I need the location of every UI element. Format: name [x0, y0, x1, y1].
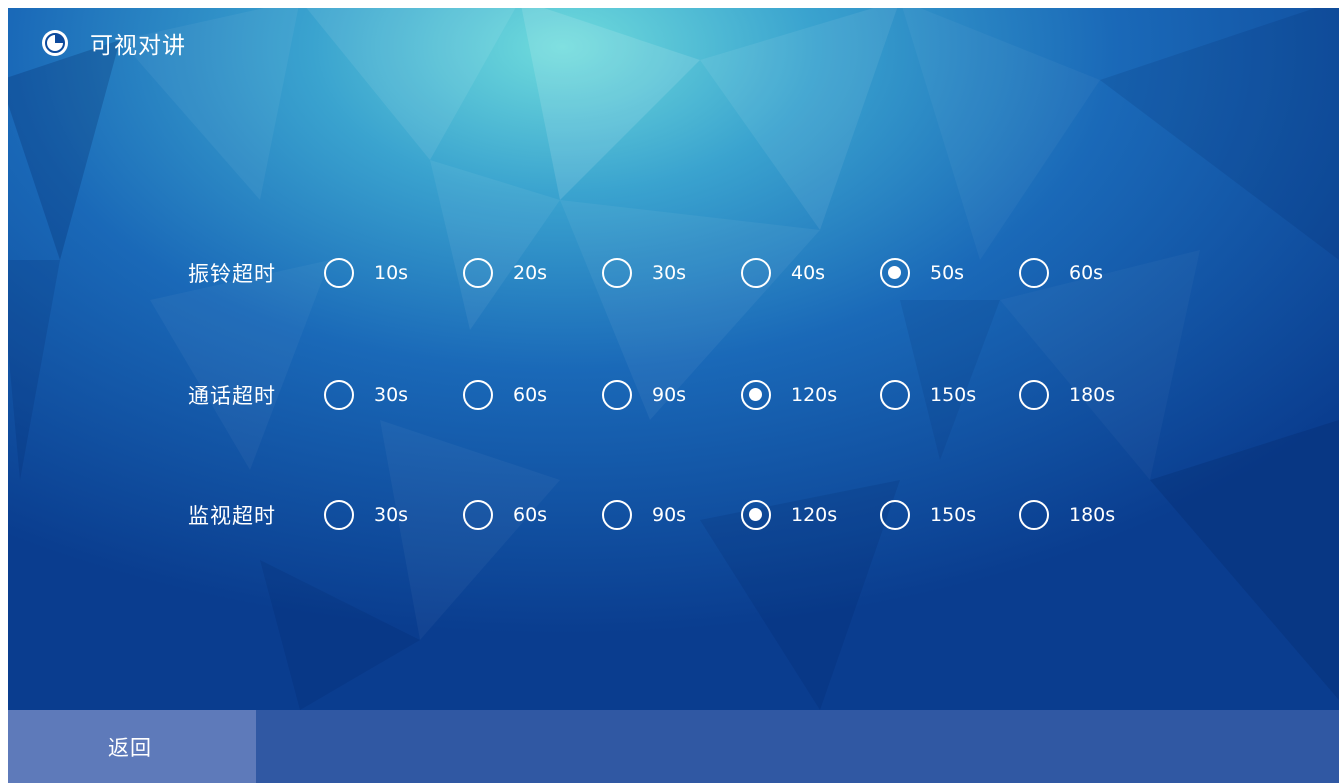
back-button-label: 返回: [108, 735, 152, 760]
radio-option-monitor-4[interactable]: 150s: [880, 500, 1019, 530]
radio-selected-icon[interactable]: [880, 258, 910, 288]
radio-option-call-3[interactable]: 120s: [741, 380, 880, 410]
radio-option-label: 60s: [513, 504, 548, 526]
radio-option-call-0[interactable]: 30s: [324, 380, 463, 410]
bottom-bar: 返回: [8, 710, 1339, 783]
radio-option-monitor-1[interactable]: 60s: [463, 500, 602, 530]
radio-unselected-icon[interactable]: [324, 500, 354, 530]
radio-option-ring-3[interactable]: 40s: [741, 258, 880, 288]
radio-unselected-icon[interactable]: [602, 258, 632, 288]
radio-option-label: 90s: [652, 384, 687, 406]
setting-row-monitor: 监视超时 30s 60s 90s 120s 150s 180s: [188, 495, 1158, 535]
radio-option-label: 50s: [930, 262, 965, 284]
radio-unselected-icon[interactable]: [741, 258, 771, 288]
radio-option-monitor-3[interactable]: 120s: [741, 500, 880, 530]
radio-option-label: 30s: [652, 262, 687, 284]
radio-unselected-icon[interactable]: [463, 258, 493, 288]
radio-unselected-icon[interactable]: [463, 380, 493, 410]
radio-option-monitor-0[interactable]: 30s: [324, 500, 463, 530]
radio-option-label: 90s: [652, 504, 687, 526]
radio-option-ring-2[interactable]: 30s: [602, 258, 741, 288]
radio-option-label: 150s: [930, 384, 977, 406]
setting-label-monitor: 监视超时: [188, 504, 276, 528]
page-title: 可视对讲: [90, 33, 186, 59]
radio-option-ring-0[interactable]: 10s: [324, 258, 463, 288]
radio-option-label: 150s: [930, 504, 977, 526]
radio-option-monitor-2[interactable]: 90s: [602, 500, 741, 530]
radio-selected-icon[interactable]: [741, 500, 771, 530]
radio-unselected-icon[interactable]: [880, 380, 910, 410]
radio-unselected-icon[interactable]: [324, 258, 354, 288]
radio-option-label: 180s: [1069, 504, 1116, 526]
setting-row-ring: 振铃超时 10s 20s 30s 40s 50s 60s: [188, 253, 1158, 293]
title-bar: 可视对讲: [8, 8, 1328, 78]
radio-option-ring-4[interactable]: 50s: [880, 258, 1019, 288]
radio-option-label: 30s: [374, 384, 409, 406]
radio-unselected-icon[interactable]: [1019, 500, 1049, 530]
radio-option-ring-5[interactable]: 60s: [1019, 258, 1158, 288]
setting-row-call: 通话超时 30s 60s 90s 120s 150s 180s: [188, 375, 1158, 415]
radio-unselected-icon[interactable]: [602, 500, 632, 530]
radio-option-monitor-5[interactable]: 180s: [1019, 500, 1158, 530]
setting-label-ring: 振铃超时: [188, 262, 276, 286]
radio-selected-icon[interactable]: [741, 380, 771, 410]
radio-option-label: 30s: [374, 504, 409, 526]
radio-option-label: 120s: [791, 504, 838, 526]
radio-option-label: 20s: [513, 262, 548, 284]
timer-icon: [42, 30, 68, 56]
radio-option-call-4[interactable]: 150s: [880, 380, 1019, 410]
radio-option-label: 10s: [374, 262, 409, 284]
radio-unselected-icon[interactable]: [1019, 258, 1049, 288]
radio-option-ring-1[interactable]: 20s: [463, 258, 602, 288]
radio-option-call-5[interactable]: 180s: [1019, 380, 1158, 410]
radio-option-label: 120s: [791, 384, 838, 406]
radio-unselected-icon[interactable]: [880, 500, 910, 530]
radio-option-label: 60s: [513, 384, 548, 406]
radio-option-call-2[interactable]: 90s: [602, 380, 741, 410]
radio-unselected-icon[interactable]: [463, 500, 493, 530]
radio-option-label: 60s: [1069, 262, 1104, 284]
setting-label-call: 通话超时: [188, 384, 276, 408]
radio-unselected-icon[interactable]: [1019, 380, 1049, 410]
radio-option-call-1[interactable]: 60s: [463, 380, 602, 410]
radio-unselected-icon[interactable]: [602, 380, 632, 410]
back-button[interactable]: 返回: [8, 710, 256, 783]
radio-option-label: 40s: [791, 262, 826, 284]
radio-option-label: 180s: [1069, 384, 1116, 406]
radio-unselected-icon[interactable]: [324, 380, 354, 410]
